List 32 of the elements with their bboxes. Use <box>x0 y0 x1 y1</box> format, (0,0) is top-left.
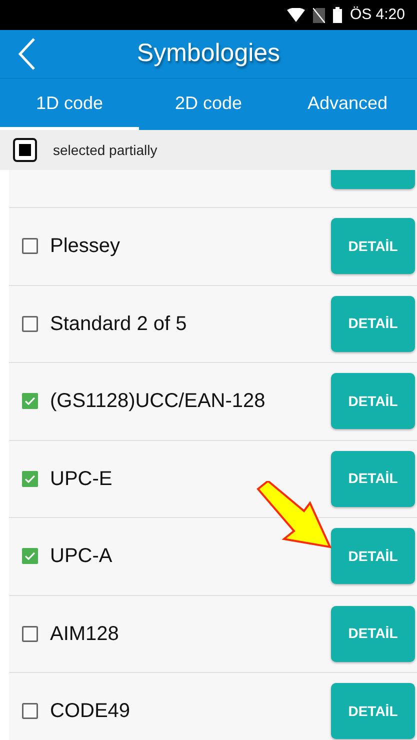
checkbox[interactable] <box>22 626 38 642</box>
tab[interactable]: Advanced <box>278 79 417 130</box>
detail-button[interactable]: DETAİL <box>331 606 415 662</box>
symbology-name: (GS1128)UCC/EAN-128 <box>50 389 266 414</box>
back-button[interactable] <box>18 37 36 71</box>
no-sim-icon <box>312 8 325 22</box>
detail-button[interactable]: DETAİL <box>331 450 415 507</box>
symbology-name: UPC-E <box>50 466 114 492</box>
symbology-name: Standard 2 of 5 <box>50 312 188 337</box>
tab[interactable]: 2D code <box>139 79 278 130</box>
screen-title: Symbologies <box>136 38 280 70</box>
checkbox[interactable] <box>22 548 38 564</box>
checkbox[interactable] <box>22 238 38 254</box>
checkbox[interactable] <box>13 138 37 162</box>
detail-button[interactable]: DETAİL <box>331 218 415 274</box>
select-all-label: selected partially <box>53 140 158 160</box>
checkbox[interactable] <box>22 316 38 332</box>
symbology-name: CODE49 <box>50 699 132 724</box>
symbology-name: UPC-A <box>50 544 114 570</box>
wifi-icon <box>286 8 305 22</box>
checkbox[interactable] <box>22 703 38 720</box>
detail-button[interactable]: DETAİL <box>331 296 415 352</box>
detail-button[interactable]: DETAİL <box>331 528 415 584</box>
checkbox[interactable] <box>22 393 38 410</box>
symbology-name: Plessey <box>50 234 122 260</box>
status-time: ÖS 4:20 <box>350 4 405 25</box>
detail-button[interactable]: DETAİL <box>331 683 415 740</box>
checkbox[interactable] <box>22 470 38 487</box>
detail-button[interactable]: DETAİL <box>331 373 415 430</box>
symbology-name: AIM128 <box>50 622 120 647</box>
back-icon <box>18 37 36 71</box>
battery-icon <box>332 7 342 23</box>
